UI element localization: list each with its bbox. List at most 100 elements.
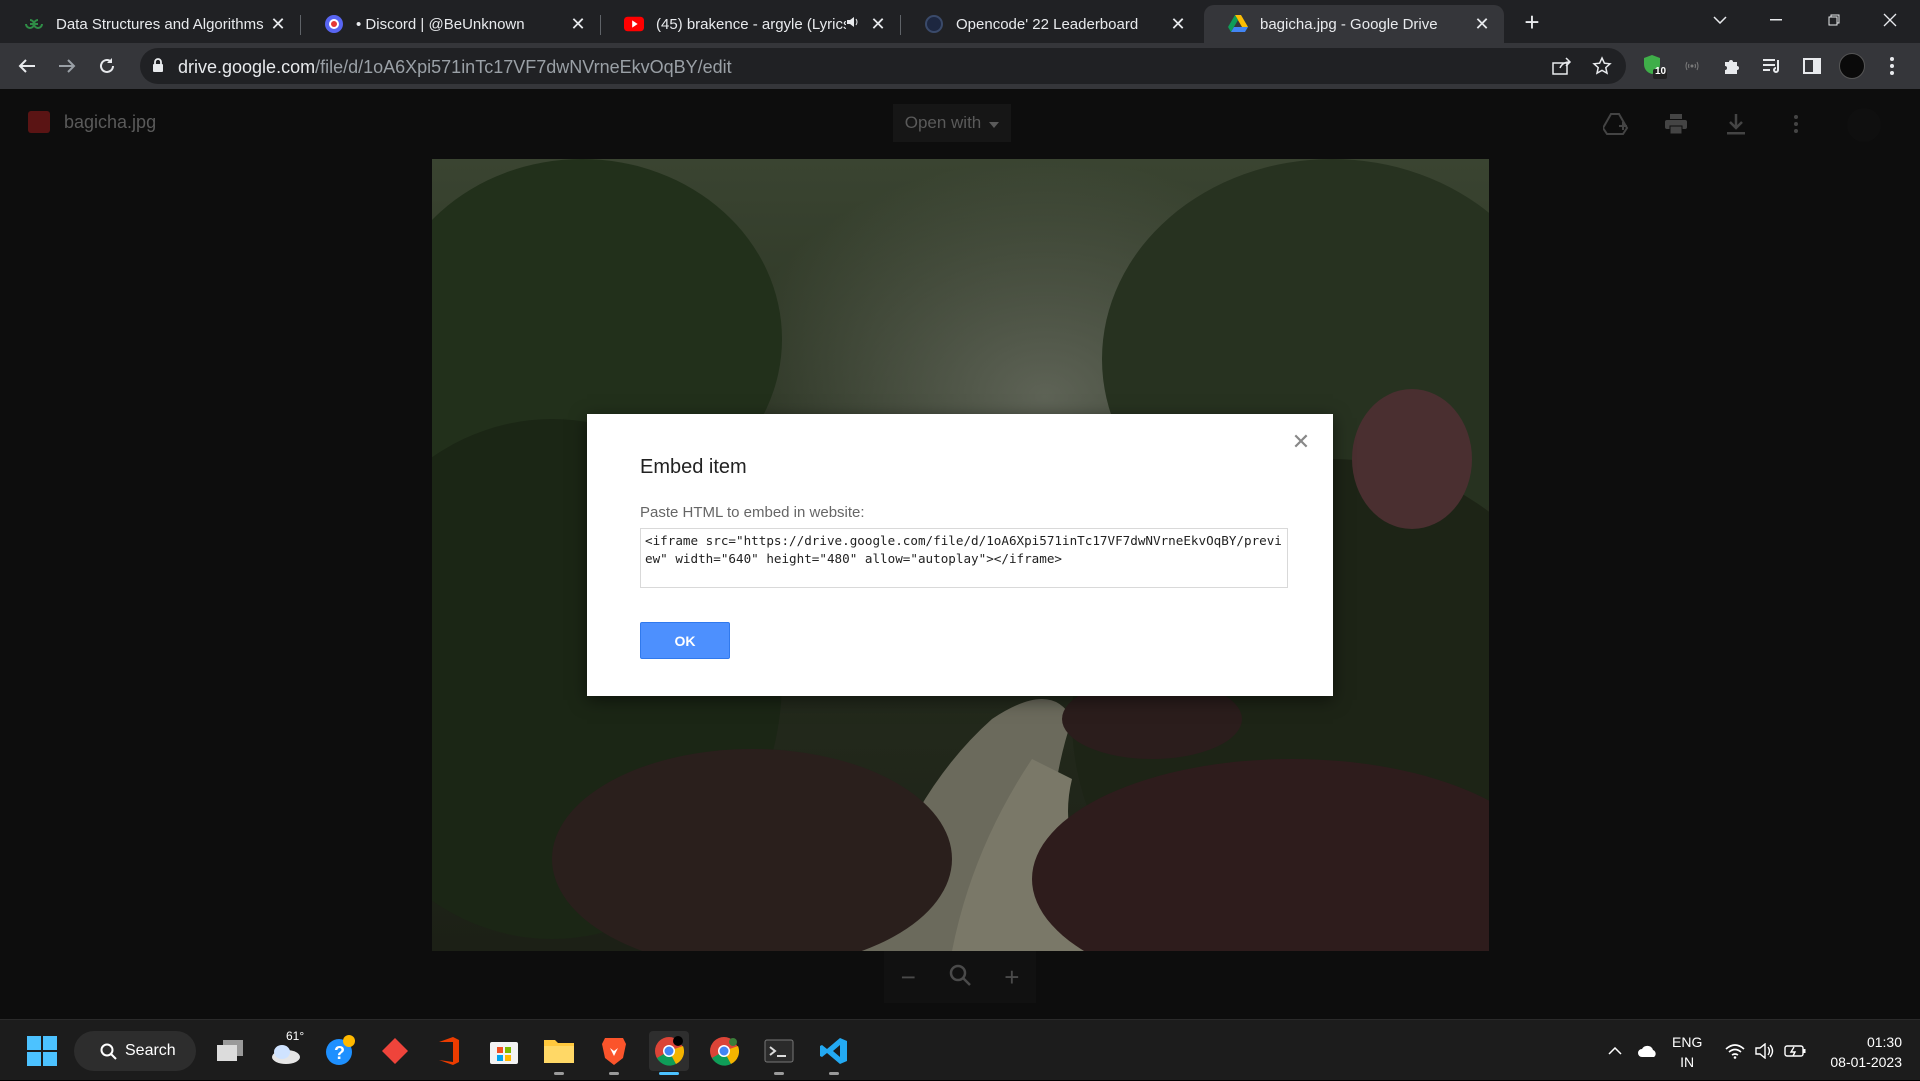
- language-indicator[interactable]: ENG IN: [1672, 1032, 1702, 1072]
- url-text: drive.google.com/file/d/1oA6Xpi571inTc17…: [178, 57, 732, 78]
- start-button[interactable]: [22, 1031, 62, 1071]
- globe-icon: [924, 14, 944, 34]
- youtube-icon: [624, 14, 644, 34]
- file-name: bagicha.jpg: [64, 111, 157, 132]
- running-indicator: [554, 1072, 564, 1075]
- print-icon[interactable]: [1661, 109, 1691, 139]
- terminal-icon[interactable]: [759, 1031, 799, 1075]
- clock-time: 01:30: [1866, 1034, 1902, 1050]
- microsoft-store-icon[interactable]: [484, 1031, 524, 1071]
- zoom-controls: − +: [884, 951, 1036, 1003]
- wifi-icon[interactable]: [1722, 1020, 1748, 1081]
- tab-search-button[interactable]: [1692, 0, 1748, 40]
- file-explorer-icon[interactable]: [539, 1031, 579, 1075]
- embed-dialog: ✕ Embed item Paste HTML to embed in webs…: [587, 414, 1333, 696]
- viewer-header: bagicha.jpg Open with: [0, 89, 1920, 159]
- tab-opencode[interactable]: Opencode' 22 Leaderboard ✕: [900, 5, 1200, 43]
- minimize-button[interactable]: [1748, 0, 1804, 40]
- task-view-icon[interactable]: [210, 1031, 250, 1071]
- language-line2: IN: [1680, 1054, 1695, 1070]
- tab-title: • Discord | @BeUnknown: [356, 15, 525, 33]
- weather-temp: 61°: [286, 1029, 305, 1043]
- embed-code-field[interactable]: <iframe src="https://drive.google.com/fi…: [640, 528, 1288, 588]
- language-line1: ENG: [1672, 1034, 1703, 1050]
- running-indicator: [609, 1072, 619, 1075]
- discord-icon: [324, 14, 344, 34]
- chrome-profile-icon[interactable]: [704, 1031, 744, 1071]
- tab-youtube[interactable]: (45) brakence - argyle (Lyrics) ✕: [600, 5, 900, 43]
- tab-title: bagicha.jpg - Google Drive: [1260, 15, 1438, 33]
- tab-title: Opencode' 22 Leaderboard: [956, 15, 1139, 33]
- profile-avatar[interactable]: [1836, 50, 1868, 82]
- zoom-out-button[interactable]: −: [901, 962, 916, 993]
- vscode-icon[interactable]: [814, 1031, 854, 1075]
- close-icon[interactable]: ✕: [266, 12, 290, 36]
- chrome-icon-active[interactable]: [649, 1031, 689, 1075]
- gfg-icon: [24, 14, 44, 34]
- open-with-button[interactable]: Open with: [893, 104, 1011, 142]
- lock-icon[interactable]: [152, 57, 164, 78]
- restore-button[interactable]: [1806, 0, 1862, 40]
- running-indicator: [774, 1072, 784, 1075]
- caret-down-icon: [989, 113, 1000, 133]
- more-options-icon[interactable]: [1781, 109, 1811, 139]
- extension-badge: 10: [1655, 66, 1667, 77]
- volume-icon[interactable]: [1752, 1020, 1778, 1081]
- close-icon[interactable]: ✕: [866, 12, 890, 36]
- bookmark-star-icon[interactable]: [1592, 56, 1612, 81]
- add-to-drive-icon[interactable]: [1601, 109, 1631, 139]
- help-app-icon[interactable]: ?: [320, 1031, 360, 1071]
- reload-button[interactable]: [91, 50, 123, 82]
- taskbar-search[interactable]: Search: [74, 1031, 196, 1071]
- tab-discord[interactable]: • Discord | @BeUnknown ✕: [300, 5, 600, 43]
- ok-button[interactable]: OK: [640, 622, 730, 659]
- extensions-puzzle-icon[interactable]: [1716, 50, 1748, 82]
- download-icon[interactable]: [1721, 109, 1751, 139]
- url-path: /file/d/1oA6Xpi571inTc17VF7dwNVrneEkvOqB…: [315, 57, 732, 77]
- running-indicator: [829, 1072, 839, 1075]
- dialog-title: Embed item: [640, 456, 747, 478]
- account-avatar[interactable]: [1847, 108, 1881, 142]
- tab-strip: Data Structures and Algorithms - ✕ • Dis…: [0, 0, 1920, 43]
- image-file-icon: [28, 111, 50, 133]
- forward-button[interactable]: [51, 50, 83, 82]
- onedrive-cloud-icon[interactable]: [1634, 1020, 1662, 1081]
- active-indicator: [659, 1072, 679, 1075]
- anydesk-icon[interactable]: [375, 1031, 415, 1071]
- tab-title: (45) brakence - argyle (Lyrics): [656, 15, 846, 33]
- file-title: bagicha.jpg: [28, 111, 156, 133]
- share-icon[interactable]: [1552, 57, 1572, 80]
- tab-title: Data Structures and Algorithms -: [56, 15, 266, 33]
- open-with-label: Open with: [904, 113, 982, 132]
- close-icon[interactable]: ✕: [1166, 12, 1190, 36]
- close-icon[interactable]: ✕: [1289, 429, 1313, 454]
- cast-icon[interactable]: [1676, 50, 1708, 82]
- close-icon[interactable]: ✕: [1470, 12, 1494, 36]
- search-label: Search: [125, 1042, 176, 1059]
- side-panel-icon[interactable]: [1796, 50, 1828, 82]
- close-icon[interactable]: ✕: [566, 12, 590, 36]
- battery-icon[interactable]: [1782, 1020, 1808, 1081]
- taskbar: Search 61° ? ENG IN 01:30 08-01-2023: [0, 1019, 1920, 1080]
- media-queue-icon[interactable]: [1756, 50, 1788, 82]
- svg-text:?: ?: [334, 1043, 345, 1063]
- tab-gfg[interactable]: Data Structures and Algorithms - ✕: [0, 5, 300, 43]
- clock-date: 08-01-2023: [1830, 1054, 1902, 1070]
- address-bar[interactable]: drive.google.com/file/d/1oA6Xpi571inTc17…: [140, 48, 1626, 84]
- tab-drive[interactable]: bagicha.jpg - Google Drive ✕: [1204, 5, 1504, 43]
- menu-kebab-icon[interactable]: [1876, 50, 1908, 82]
- zoom-search-icon[interactable]: [949, 962, 971, 993]
- show-hidden-icons-chevron[interactable]: [1604, 1020, 1626, 1081]
- zoom-in-button[interactable]: +: [1004, 962, 1019, 993]
- brave-browser-icon[interactable]: [594, 1031, 634, 1075]
- browser-toolbar: drive.google.com/file/d/1oA6Xpi571inTc17…: [0, 43, 1920, 89]
- new-tab-button[interactable]: +: [1518, 7, 1546, 37]
- embed-label: Paste HTML to embed in website:: [640, 504, 865, 521]
- back-button[interactable]: [11, 50, 43, 82]
- office-icon[interactable]: [429, 1031, 469, 1071]
- speaker-icon[interactable]: [846, 15, 860, 33]
- extension-shield-icon[interactable]: 10: [1638, 50, 1670, 82]
- system-clock[interactable]: 01:30 08-01-2023: [1830, 1032, 1902, 1072]
- weather-widget[interactable]: 61°: [266, 1029, 306, 1071]
- close-window-button[interactable]: [1862, 0, 1918, 40]
